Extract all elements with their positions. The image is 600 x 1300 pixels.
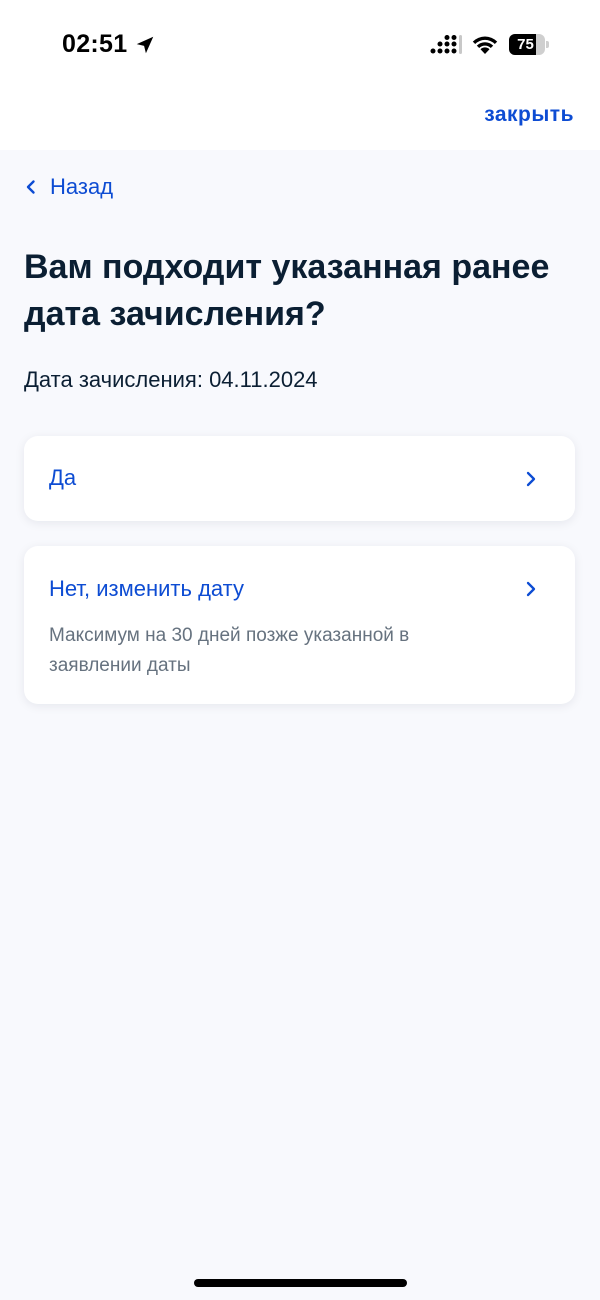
battery-body: 75 <box>509 34 545 55</box>
close-button[interactable]: закрыть <box>484 103 574 127</box>
home-indicator <box>194 1279 407 1287</box>
page-title: Вам подходит указанная ранее дата зачисл… <box>24 248 550 333</box>
option-change-date-card[interactable]: Нет, изменить дату Максимум на 30 дней п… <box>24 546 575 704</box>
battery-tip <box>546 41 549 48</box>
chevron-right-icon <box>526 581 536 597</box>
option-yes-card[interactable]: Да <box>24 436 575 521</box>
status-time: 02:51 <box>62 30 128 58</box>
status-bar: 02:51 75 <box>0 0 600 90</box>
back-label: Назад <box>50 174 114 199</box>
battery-percent: 75 <box>517 36 534 53</box>
option-yes-label: Да <box>49 465 77 490</box>
location-arrow-icon <box>136 36 154 54</box>
chevron-left-icon <box>26 180 35 194</box>
wifi-icon <box>472 36 498 54</box>
top-bar: 02:51 75 закрыть <box>0 0 600 150</box>
option-change-date-label: Нет, изменить дату <box>49 576 244 601</box>
enrollment-date-text: Дата зачисления: 04.11.2024 <box>24 367 318 392</box>
battery-icon: 75 <box>509 34 549 55</box>
option-change-date-description: Максимум на 30 дней позже указанной в за… <box>49 625 410 676</box>
back-button[interactable]: Назад <box>24 173 113 201</box>
cellular-signal-icon <box>430 35 462 54</box>
chevron-right-icon <box>526 471 536 487</box>
